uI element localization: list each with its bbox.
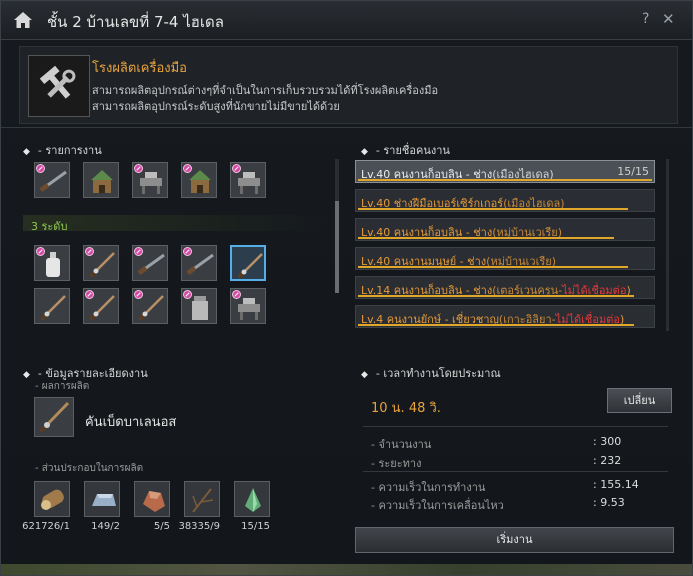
material-slot[interactable]: [84, 481, 120, 517]
rank-highlight: [23, 215, 333, 231]
stat-move-speed-value: : 9.53: [593, 496, 625, 509]
start-work-button[interactable]: เริ่มงาน: [355, 527, 674, 553]
window-title: ชั้น 2 บ้านเลขที่ 7-4 ไฮเดล: [47, 13, 224, 31]
close-button[interactable]: ✕: [662, 10, 675, 28]
diamond-icon: ◆: [23, 370, 30, 380]
branch-icon: [192, 488, 214, 513]
stamina-bar: [358, 324, 634, 326]
task-slot[interactable]: [83, 162, 119, 198]
worker-list-title: ◆ - รายชื่อคนงาน: [361, 141, 450, 159]
stamina-bar: [358, 295, 634, 297]
worker-scrollbar[interactable]: [666, 159, 669, 331]
stat-work-count-value: : 300: [593, 435, 622, 448]
material-count: 15/15: [241, 521, 270, 532]
task-slot[interactable]: [230, 288, 266, 324]
stat-work-speed-label: - ความเร็วในการทำงาน: [371, 481, 486, 494]
task-slot[interactable]: [83, 245, 119, 281]
factory-description-2: สามารถผลิตอุปกรณ์ระดับสูงที่นักขายไม่มีข…: [92, 100, 340, 113]
fishing-rod-icon: [39, 401, 70, 433]
time-value: 10 น. 48 วิ.: [371, 401, 441, 416]
worker-row[interactable]: Lv.4 คนงานยักษ์ - เชี่ยวชาญ(เกาะอิลิยา-ไ…: [355, 305, 655, 328]
task-slot[interactable]: [181, 162, 217, 198]
stamina-bar: [358, 266, 628, 268]
workshop-window: ชั้น 2 บ้านเลขที่ 7-4 ไฮเดล ? ✕ โรงผลิตเ…: [0, 0, 693, 576]
house-icon: [91, 170, 113, 193]
material-slot[interactable]: [234, 481, 270, 517]
no-entry-icon: [183, 164, 192, 173]
stat-distance-label: - ระยะทาง: [371, 457, 422, 470]
divider: [1, 127, 692, 128]
rank-label: 3 ระดับ: [31, 220, 68, 233]
diamond-icon: ◆: [361, 147, 368, 157]
task-slot[interactable]: [230, 162, 266, 198]
no-entry-icon: [232, 290, 241, 299]
stamina-bar: [358, 179, 652, 181]
material-slot[interactable]: [34, 481, 70, 517]
product-slot[interactable]: [34, 397, 74, 437]
no-entry-icon: [134, 290, 143, 299]
worker-count: 15/15: [617, 165, 649, 178]
change-button[interactable]: เปลี่ยน: [607, 388, 672, 413]
ore-icon: [143, 491, 165, 512]
worker-row[interactable]: Lv.40 ช่างฝีมือเบอร์เซิร์กเกอร์(เมืองไฮเ…: [355, 189, 655, 212]
crystal-icon: [245, 488, 261, 512]
log-icon: [41, 489, 64, 510]
task-scroll-thumb[interactable]: [335, 201, 339, 293]
no-entry-icon: [85, 290, 94, 299]
materials-label: - ส่วนประกอบในการผลิต: [35, 463, 144, 474]
time-title: ◆ - เวลาทำงานโดยประมาณ: [361, 364, 501, 382]
no-entry-icon: [183, 290, 192, 299]
factory-info: โรงผลิตเครื่องมือ สามารถผลิตอุปกรณ์ต่างๆ…: [19, 46, 678, 124]
task-slot[interactable]: [132, 288, 168, 324]
task-list-label: - รายการงาน: [37, 144, 102, 157]
material-slot[interactable]: [134, 481, 170, 517]
task-slot[interactable]: [83, 288, 119, 324]
task-slot[interactable]: [34, 245, 70, 281]
no-entry-icon: [85, 247, 94, 256]
divider: [363, 426, 668, 427]
no-entry-icon: [183, 247, 192, 256]
stat-distance-value: : 232: [593, 454, 622, 467]
stat-work-count-label: - จำนวนงาน: [371, 438, 432, 451]
no-entry-icon: [36, 247, 45, 256]
ingot-icon: [92, 494, 116, 506]
no-entry-icon: [134, 247, 143, 256]
task-slot[interactable]: [132, 162, 168, 198]
fishing-rod-icon: [40, 295, 66, 321]
product-name: คันเบ็ดบาเลนอส: [85, 415, 177, 430]
diamond-icon: ◆: [23, 147, 30, 157]
worker-row[interactable]: Lv.40 คนงานก็อบลิน - ช่าง(เมืองไฮเดล) 15/…: [355, 160, 655, 183]
divider: [363, 471, 668, 472]
background-strip: [1, 564, 692, 575]
task-slot[interactable]: [181, 245, 217, 281]
stamina-bar: [358, 237, 614, 239]
product-label: - ผลการผลิต: [35, 381, 90, 392]
task-slot[interactable]: [230, 245, 266, 281]
task-slot[interactable]: [34, 162, 70, 198]
help-button[interactable]: ?: [642, 11, 649, 27]
title-bar[interactable]: ชั้น 2 บ้านเลขที่ 7-4 ไฮเดล ? ✕: [1, 1, 692, 40]
worker-row[interactable]: Lv.14 คนงานก็อบลิน - ช่าง(เตอร์เวนครูน-ไ…: [355, 276, 655, 299]
stat-work-speed-value: : 155.14: [593, 478, 639, 491]
stat-move-speed-label: - ความเร็วในการเคลื่อนไหว: [371, 499, 504, 512]
hammer-wrench-icon: [28, 55, 90, 117]
time-label: - เวลาทำงานโดยประมาณ: [375, 367, 501, 380]
worker-row[interactable]: Lv.40 คนงานมนุษย์ - ช่าง(หมู่บ้านเวเรีย): [355, 247, 655, 270]
stamina-bar: [358, 208, 628, 210]
material-slot[interactable]: [184, 481, 220, 517]
task-slot[interactable]: [181, 288, 217, 324]
no-entry-icon: [36, 164, 45, 173]
no-entry-icon: [134, 164, 143, 173]
task-list-title: ◆ - รายการงาน: [23, 141, 102, 159]
fishing-rod-icon: [237, 253, 263, 279]
no-entry-icon: [232, 164, 241, 173]
task-slot[interactable]: [34, 288, 70, 324]
diamond-icon: ◆: [361, 370, 368, 380]
task-slot[interactable]: [132, 245, 168, 281]
factory-name: โรงผลิตเครื่องมือ: [92, 61, 187, 76]
house-icon: [14, 12, 32, 28]
worker-row[interactable]: Lv.40 คนงานก็อบลิน - ช่าง(หมู่บ้านเวเรีย…: [355, 218, 655, 241]
worker-list-label: - รายชื่อคนงาน: [375, 144, 450, 157]
